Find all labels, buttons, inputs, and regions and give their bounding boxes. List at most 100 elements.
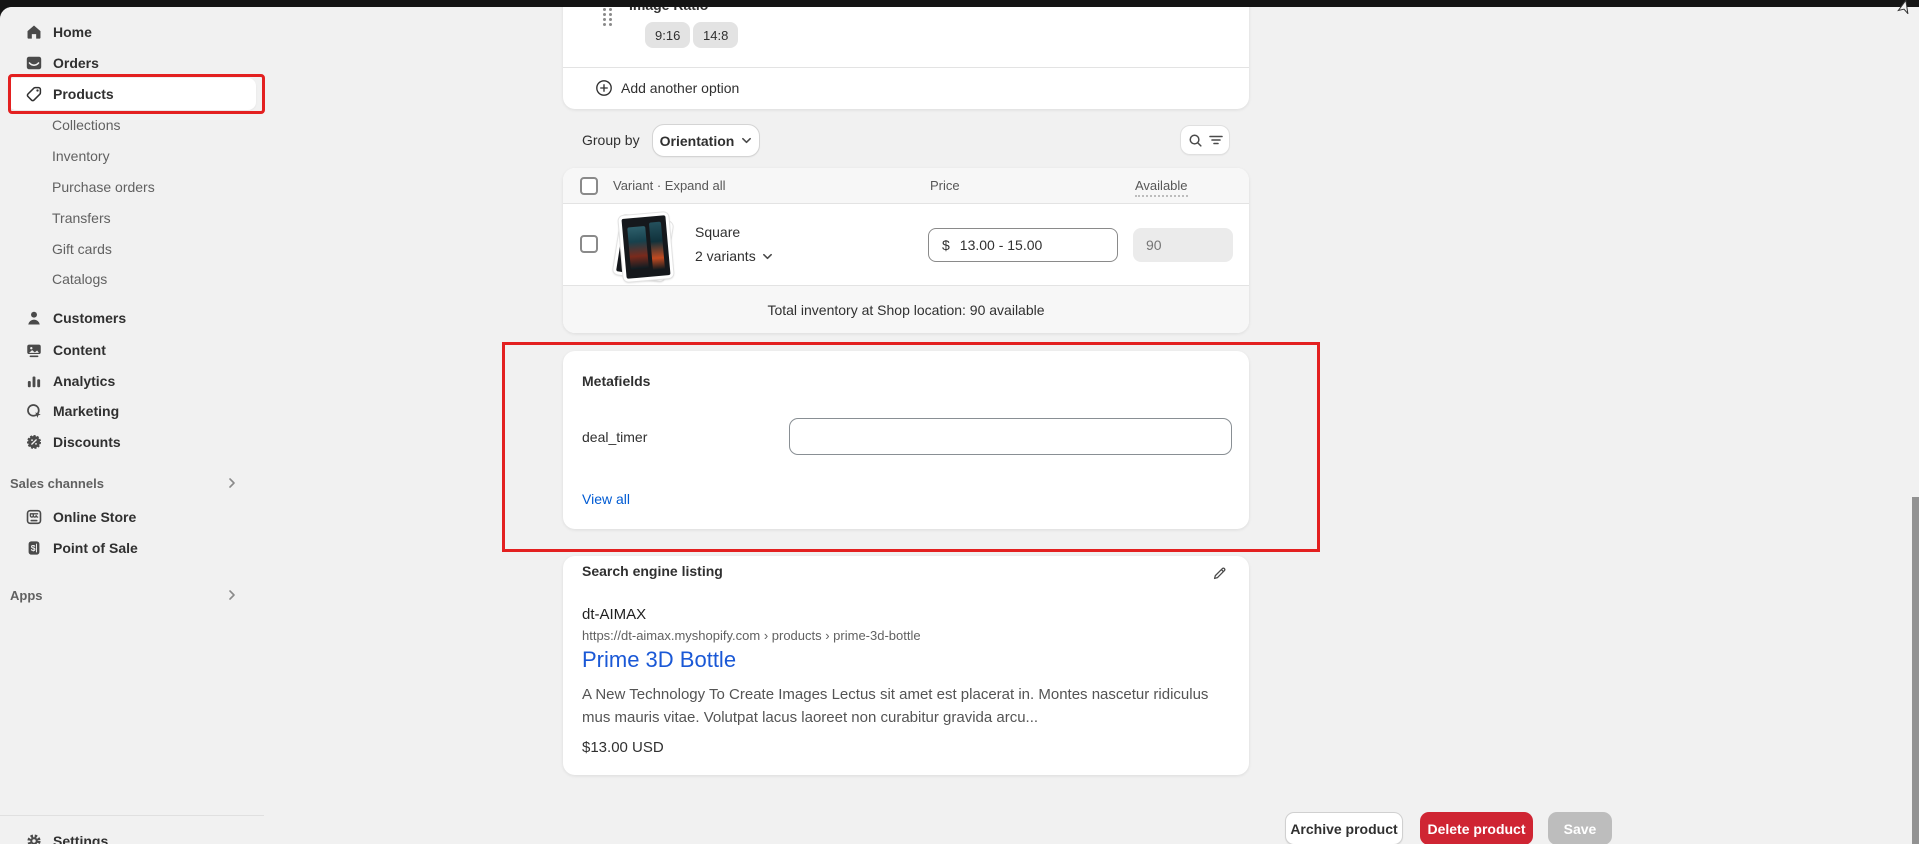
option-title: Image Ratio: [629, 7, 708, 13]
sidebar-item-content[interactable]: Content: [8, 334, 256, 365]
sidebar-item-label: Purchase orders: [52, 179, 155, 195]
analytics-icon: [24, 371, 44, 391]
search-icon: [1188, 133, 1203, 148]
customers-icon: [24, 308, 44, 328]
marketing-icon: [24, 401, 44, 421]
drag-handle-icon[interactable]: [603, 8, 613, 26]
options-card: Image Ratio 9:16 14:8 Add another option: [563, 7, 1249, 109]
sales-channels-header[interactable]: Sales channels: [10, 470, 256, 496]
price-column-header: Price: [930, 178, 960, 193]
option-value-chip[interactable]: 14:8: [693, 22, 738, 48]
seo-description: A New Technology To Create Images Lectus…: [582, 683, 1232, 729]
sidebar-item-label: Catalogs: [52, 271, 107, 287]
sidebar-item-label: Inventory: [52, 148, 110, 164]
expand-variants-button[interactable]: 2 variants: [695, 248, 773, 264]
sidebar-item-purchase-orders[interactable]: Purchase orders: [8, 171, 256, 202]
sidebar-item-label: Settings: [53, 833, 108, 844]
apps-header[interactable]: Apps: [10, 582, 256, 608]
save-button[interactable]: Save: [1548, 812, 1612, 844]
sidebar-item-label: Collections: [52, 117, 120, 133]
metafield-value-input[interactable]: [789, 418, 1232, 455]
discounts-icon: [24, 432, 44, 452]
svg-text:$: $: [31, 543, 36, 553]
variant-column-header[interactable]: Variant · Expand all: [613, 178, 726, 193]
sidebar-item-analytics[interactable]: Analytics: [8, 365, 256, 396]
variant-name: Square: [695, 224, 740, 240]
row-checkbox[interactable]: [580, 235, 598, 253]
sidebar-item-label: Online Store: [53, 509, 136, 525]
sidebar-item-label: Marketing: [53, 403, 119, 419]
price-value: 13.00 - 15.00: [960, 237, 1043, 253]
chevron-down-icon: [762, 251, 773, 262]
metafields-card: Metafields deal_timer View all: [563, 351, 1249, 529]
sidebar-item-settings[interactable]: Settings: [8, 825, 256, 844]
plus-circle-icon: [595, 79, 613, 97]
seo-card-title: Search engine listing: [582, 563, 723, 579]
search-filter-button[interactable]: [1180, 125, 1230, 155]
variant-row: Square 2 variants $ 13.00 - 15.00: [563, 204, 1249, 285]
mouse-cursor: [1896, 0, 1912, 14]
point-of-sale-icon: $: [24, 538, 44, 558]
sidebar-item-label: Point of Sale: [53, 540, 138, 556]
currency-symbol: $: [942, 237, 950, 253]
sidebar-item-label: Discounts: [53, 434, 121, 450]
sidebar-item-label: Gift cards: [52, 241, 112, 257]
sidebar-item-point-of-sale[interactable]: $ Point of Sale: [8, 532, 256, 563]
sidebar-item-label: Transfers: [52, 210, 111, 226]
sidebar-item-inventory[interactable]: Inventory: [8, 140, 256, 171]
seo-breadcrumb-url: https://dt-aimax.myshopify.com › product…: [582, 628, 921, 643]
chevron-down-icon: [741, 135, 752, 146]
metafields-title: Metafields: [582, 373, 650, 389]
sidebar-item-discounts[interactable]: Discounts: [8, 426, 256, 457]
home-icon: [24, 22, 44, 42]
available-quantity-input[interactable]: [1133, 228, 1233, 262]
sidebar-item-label: Orders: [53, 55, 99, 71]
online-store-icon: [24, 507, 44, 527]
pencil-icon: [1211, 565, 1228, 582]
seo-price: $13.00 USD: [582, 739, 664, 756]
sidebar-item-orders[interactable]: Orders: [8, 47, 256, 78]
group-by-label: Group by: [582, 132, 640, 148]
content-icon: [24, 340, 44, 360]
sidebar-item-customers[interactable]: Customers: [8, 302, 256, 333]
products-tag-icon: [24, 84, 44, 104]
sidebar-item-label: Products: [53, 86, 114, 102]
edit-seo-button[interactable]: [1205, 559, 1233, 587]
sidebar-item-home[interactable]: Home: [8, 16, 256, 47]
archive-product-button[interactable]: Archive product: [1285, 812, 1403, 844]
sidebar-item-online-store[interactable]: Online Store: [8, 501, 256, 532]
sidebar-item-label: Customers: [53, 310, 126, 326]
sidebar-item-transfers[interactable]: Transfers: [8, 202, 256, 233]
variants-table-header: Variant · Expand all Price Available: [563, 168, 1249, 204]
variants-table: Variant · Expand all Price Available Squ…: [563, 168, 1249, 333]
orders-icon: [24, 53, 44, 73]
vertical-scrollbar[interactable]: [1912, 497, 1919, 844]
filter-icon: [1209, 134, 1223, 146]
sidebar-item-label: Analytics: [53, 373, 115, 389]
sidebar-item-gift-cards[interactable]: Gift cards: [8, 233, 256, 264]
sidebar-item-collections[interactable]: Collections: [8, 109, 256, 140]
divider: [0, 815, 264, 816]
variant-thumbnail[interactable]: [613, 212, 679, 286]
seo-card: Search engine listing dt-AIMAX https://d…: [563, 556, 1249, 775]
group-by-dropdown[interactable]: Orientation: [652, 124, 760, 157]
add-another-option-button[interactable]: Add another option: [563, 67, 1249, 109]
chevron-right-icon: [226, 589, 238, 601]
price-range-input[interactable]: $ 13.00 - 15.00: [928, 228, 1118, 262]
view-all-link[interactable]: View all: [582, 491, 630, 507]
select-all-checkbox[interactable]: [580, 177, 598, 195]
sidebar-item-marketing[interactable]: Marketing: [8, 395, 256, 426]
delete-product-button[interactable]: Delete product: [1420, 812, 1533, 844]
sidebar: Home Orders Products Collections Invento…: [0, 7, 264, 844]
option-value-chip[interactable]: 9:16: [645, 22, 690, 48]
app-frame: Home Orders Products Collections Invento…: [0, 7, 1919, 844]
sidebar-item-products[interactable]: Products: [8, 78, 256, 110]
metafield-label: deal_timer: [582, 429, 647, 445]
seo-site-name: dt-AIMAX: [582, 606, 646, 623]
seo-page-title-link[interactable]: Prime 3D Bottle: [582, 647, 736, 673]
available-column-header[interactable]: Available: [1135, 178, 1188, 197]
sidebar-item-catalogs[interactable]: Catalogs: [8, 263, 256, 294]
chevron-right-icon: [226, 477, 238, 489]
gear-icon: [24, 831, 44, 844]
sidebar-item-label: Home: [53, 24, 92, 40]
